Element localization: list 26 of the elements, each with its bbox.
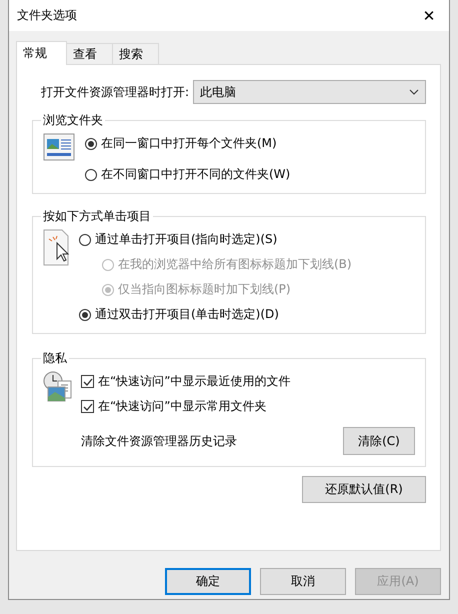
clear-history-label: 清除文件资源管理器历史记录	[81, 432, 237, 450]
restore-defaults-button[interactable]: 还原默认值(R)	[302, 476, 426, 503]
tab[interactable]: 搜索	[112, 43, 159, 64]
radio-option[interactable]: 通过双击打开项目(单击时选定)(D)	[79, 306, 415, 323]
tab[interactable]: 常规	[16, 41, 67, 65]
dialog-button[interactable]: 确定	[165, 568, 251, 595]
radio-option[interactable]: 在不同窗口中打开不同的文件夹(W)	[85, 166, 415, 183]
document-cursor-icon	[43, 229, 71, 267]
radio-option[interactable]: 在同一窗口中打开每个文件夹(M)	[85, 135, 415, 152]
chevron-down-icon	[409, 89, 419, 95]
checkmark-icon	[82, 402, 92, 410]
close-button[interactable]: ✕	[409, 0, 449, 31]
checkmark-icon	[82, 378, 92, 386]
group-title: 隐私	[42, 350, 68, 367]
window-icon	[43, 133, 77, 163]
window-title: 文件夹选项	[17, 7, 77, 24]
open-in-label: 打开文件资源管理器时打开:	[41, 84, 190, 100]
checkbox-option[interactable]: 在“快速访问”中显示最近使用的文件	[81, 373, 415, 390]
dialog-button[interactable]: 取消	[260, 568, 346, 595]
group-title: 浏览文件夹	[42, 112, 104, 129]
checkbox-option[interactable]: 在“快速访问”中显示常用文件夹	[81, 398, 415, 415]
clock-document-icon	[43, 371, 73, 403]
radio-option[interactable]: 通过单击打开项目(指向时选定)(S)	[79, 231, 415, 248]
clear-button[interactable]: 清除(C)	[343, 427, 415, 455]
open-in-dropdown[interactable]: 此电脑	[193, 80, 426, 104]
group-title: 按如下方式单击项目	[42, 208, 152, 225]
